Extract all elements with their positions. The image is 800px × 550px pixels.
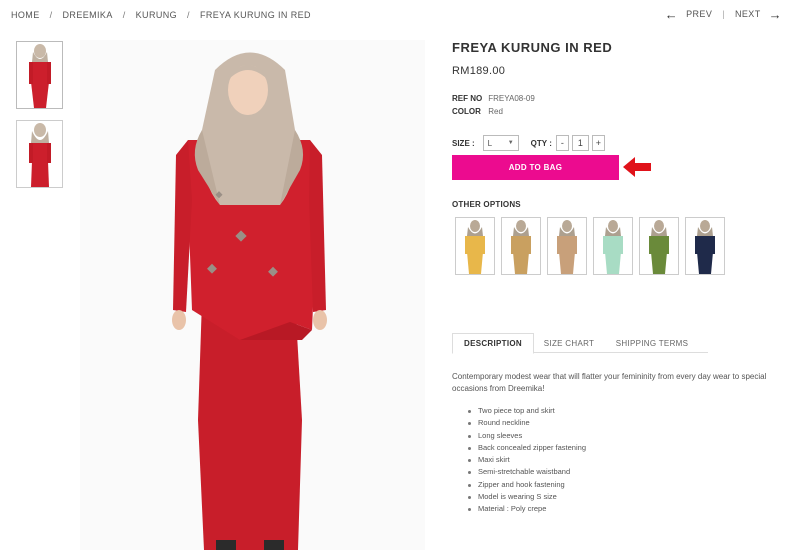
color-option-swatch[interactable] [501, 217, 541, 275]
breadcrumb-home[interactable]: HOME [11, 10, 40, 20]
top-bar: HOME / DREEMIKA / KURUNG / FREYA KURUNG IN RED… [0, 0, 800, 30]
qty-plus-button[interactable]: + [591, 135, 605, 151]
main-product-image[interactable] [80, 40, 425, 550]
breadcrumb-kurung[interactable]: KURUNG [136, 10, 177, 20]
pager: ← PREV | NEXT → [665, 8, 782, 21]
arrow-left-pointer-icon [623, 157, 651, 177]
color-option-swatch[interactable] [639, 217, 679, 275]
ref-value: FREYA08-09 [488, 94, 535, 103]
product-title: FREYA KURUNG IN RED [452, 40, 613, 55]
feature-item: Long sleeves [468, 430, 767, 442]
breadcrumb: HOME / DREEMIKA / KURUNG / FREYA KURUNG IN RED [11, 10, 311, 20]
chevron-down-icon: ▼ [507, 140, 514, 146]
feature-item: Material : Poly crepe [468, 503, 767, 515]
breadcrumb-current: FREYA KURUNG IN RED [199, 10, 311, 20]
model-option-image [557, 220, 577, 274]
other-options-title: OTHER OPTIONS [452, 200, 521, 209]
prev-link[interactable]: PREV [686, 9, 712, 19]
size-value: L [487, 138, 493, 148]
add-to-bag-button[interactable]: ADD TO BAG [452, 155, 619, 180]
breadcrumb-separator: / [122, 10, 126, 20]
other-options-list [455, 217, 731, 275]
size-label: SIZE : [452, 138, 475, 148]
product-meta: REF NO FREYA08-09 COLOR Red [452, 92, 792, 118]
model-back-thumb-image [28, 123, 51, 187]
next-link[interactable]: NEXT [735, 9, 761, 19]
feature-item: Model is wearing S size [468, 491, 767, 503]
color-value: Red [488, 107, 503, 116]
size-select[interactable]: L ▼ [482, 135, 519, 151]
product-info: FREYA KURUNG IN RED RM189.00 REF NO FREY… [452, 40, 792, 513]
tab-shipping-terms[interactable]: SHIPPING TERMS [610, 333, 694, 353]
feature-item: Maxi skirt [468, 454, 767, 466]
feature-item: Round neckline [468, 417, 767, 429]
feature-list: Two piece top and skirt Round neckline L… [452, 405, 767, 516]
color-option-swatch[interactable] [455, 217, 495, 275]
qty-label: QTY : [530, 138, 552, 148]
quantity-stepper: - 1 + [555, 135, 605, 151]
model-option-image [649, 220, 669, 274]
feature-item: Back concealed zipper fastening [468, 442, 767, 454]
product-price: RM189.00 [452, 65, 506, 77]
breadcrumb-separator: / [187, 10, 190, 20]
thumbnail-list [16, 41, 64, 199]
thumbnail-front[interactable] [16, 41, 63, 109]
qty-input[interactable]: 1 [571, 135, 589, 151]
model-option-image [695, 220, 715, 274]
feature-item: Semi-stretchable waistband [468, 466, 767, 478]
ref-row: REF NO FREYA08-09 [452, 92, 792, 105]
product-tabs: DESCRIPTION SIZE CHART SHIPPING TERMS [452, 333, 708, 354]
color-option-swatch[interactable] [593, 217, 633, 275]
qty-minus-button[interactable]: - [555, 135, 569, 151]
breadcrumb-dreemika[interactable]: DREEMIKA [63, 10, 113, 20]
model-option-image [511, 220, 531, 274]
description-panel: Contemporary modest wear that will flatt… [452, 371, 767, 516]
model-front-thumb-image [28, 44, 51, 108]
color-option-swatch[interactable] [685, 217, 725, 275]
color-row: COLOR Red [452, 105, 792, 118]
model-option-image [465, 220, 485, 274]
description-intro: Contemporary modest wear that will flatt… [452, 372, 767, 393]
arrow-left-icon[interactable]: ← [665, 8, 678, 21]
color-label: COLOR [452, 107, 481, 116]
options-row: SIZE : L ▼ QTY : - 1 + [452, 135, 792, 151]
tab-description[interactable]: DESCRIPTION [452, 333, 534, 354]
model-option-image [603, 220, 623, 274]
tab-size-chart[interactable]: SIZE CHART [538, 333, 600, 353]
feature-item: Zipper and hook fastening [468, 479, 767, 491]
color-option-swatch[interactable] [547, 217, 587, 275]
model-photo [172, 52, 327, 550]
arrow-right-icon[interactable]: → [769, 8, 782, 21]
ref-label: REF NO [452, 94, 483, 103]
breadcrumb-separator: / [49, 10, 53, 20]
thumbnail-back[interactable] [16, 120, 63, 188]
feature-item: Two piece top and skirt [468, 405, 767, 417]
pager-divider: | [722, 9, 725, 19]
